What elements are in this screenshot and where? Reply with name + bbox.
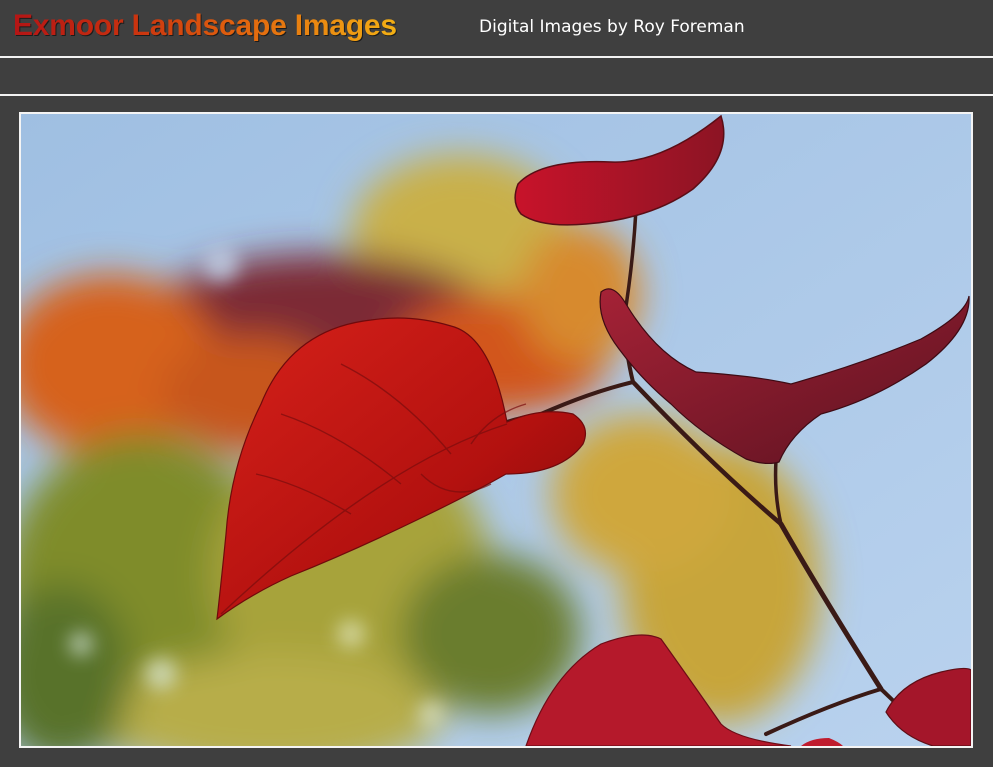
site-title[interactable]: Exmoor Landscape Images [13, 9, 397, 43]
nav-bar [0, 60, 993, 96]
photo-image [21, 114, 971, 746]
site-subtitle: Digital Images by Roy Foreman [479, 17, 745, 37]
page: Exmoor Landscape Images Digital Images b… [0, 0, 993, 767]
main-photo[interactable] [19, 112, 973, 748]
site-header: Exmoor Landscape Images Digital Images b… [0, 0, 993, 58]
